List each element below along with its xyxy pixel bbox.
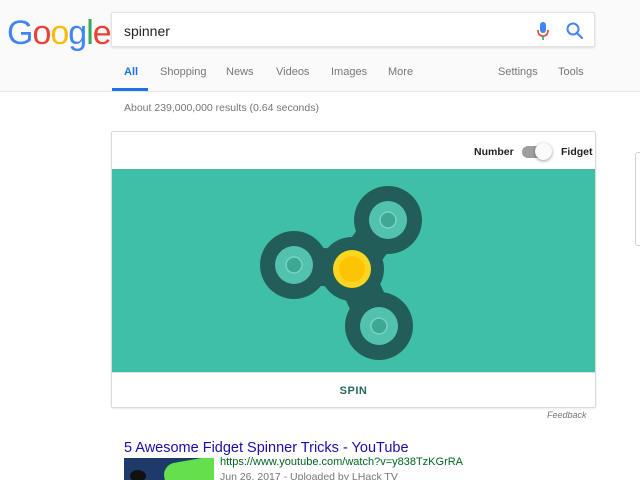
tab-shopping[interactable]: Shopping: [160, 66, 207, 78]
header: Google All Shopping News Videos Images M…: [0, 0, 640, 92]
video-thumbnail[interactable]: [124, 458, 214, 480]
settings-link[interactable]: Settings: [498, 66, 538, 78]
google-logo[interactable]: Google: [7, 14, 112, 53]
spinner-stage[interactable]: [112, 169, 595, 372]
result-meta: Jun 26, 2017 - Uploaded by LHack TV: [220, 471, 398, 480]
search-input[interactable]: [124, 22, 514, 40]
spinner-pod-bottom: [360, 307, 398, 345]
logo-letter: g: [68, 14, 87, 52]
logo-letter: e: [92, 14, 112, 52]
logo-letter: G: [7, 14, 33, 52]
spinner-pod-top: [369, 201, 407, 239]
tab-all[interactable]: All: [124, 66, 138, 78]
side-panel-edge: [635, 152, 640, 246]
tab-news[interactable]: News: [226, 66, 254, 78]
search-box: [111, 12, 595, 47]
result-url: https://www.youtube.com/watch?v=y838TzKG…: [220, 456, 464, 468]
logo-letter: o: [50, 14, 69, 52]
tab-videos[interactable]: Videos: [276, 66, 309, 78]
mic-icon[interactable]: [535, 21, 551, 41]
toggle-label-number[interactable]: Number: [474, 146, 514, 158]
result-title-link[interactable]: 5 Awesome Fidget Spinner Tricks - YouTub…: [124, 440, 409, 456]
active-tab-indicator: [112, 88, 148, 91]
fidget-spinner[interactable]: [112, 169, 595, 372]
spinner-card: Number Fidget SPIN: [111, 131, 596, 408]
spin-button[interactable]: SPIN: [112, 373, 595, 409]
tab-more[interactable]: More: [388, 66, 413, 78]
tools-link[interactable]: Tools: [558, 66, 584, 78]
feedback-link[interactable]: Feedback: [547, 410, 587, 420]
thumbnail-shape: [162, 458, 214, 480]
toggle-knob: [535, 143, 552, 160]
spinner-pod-left: [275, 246, 313, 284]
mode-toggle[interactable]: [522, 143, 552, 160]
logo-letter: o: [32, 14, 51, 52]
spin-row: SPIN: [112, 372, 595, 408]
search-icon[interactable]: [565, 21, 585, 41]
tab-images[interactable]: Images: [331, 66, 367, 78]
spinner-hub: [333, 250, 371, 288]
thumbnail-shape: [130, 470, 146, 480]
toggle-label-fidget[interactable]: Fidget: [561, 146, 593, 158]
nav-bar: All Shopping News Videos Images More Set…: [0, 60, 640, 92]
result-stats: About 239,000,000 results (0.64 seconds): [124, 102, 319, 114]
mode-toggle-row: Number Fidget: [112, 132, 597, 170]
